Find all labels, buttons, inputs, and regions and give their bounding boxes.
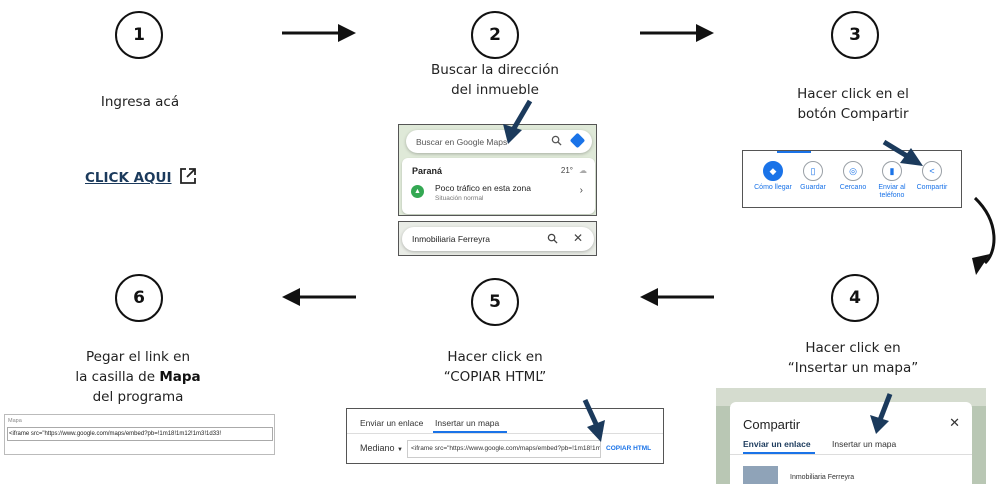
close-icon[interactable]: ✕ [949, 415, 960, 431]
action-label: Enviar al teléfono [878, 184, 906, 199]
step-3-caption: Hacer click en el botón Compartir [753, 84, 953, 124]
step-number: 3 [849, 25, 861, 45]
step-6-circle: 6 [115, 274, 163, 322]
directions-icon[interactable] [569, 132, 586, 149]
arrow-curve-3-4 [972, 196, 996, 275]
step-2-circle: 2 [471, 11, 519, 59]
caption-line: Buscar la dirección [431, 62, 559, 78]
search-icon[interactable] [551, 135, 562, 148]
arrow-left-4-5 [640, 288, 714, 306]
traffic-icon: ▲ [411, 185, 424, 198]
click-aqui-link[interactable]: CLICK AQUI [85, 166, 198, 190]
step-4-circle: 4 [831, 274, 879, 322]
place-thumbnail [743, 466, 778, 484]
step-2-query-screenshot: Inmobiliaria Ferreyra ✕ [398, 221, 597, 256]
step-1-circle: 1 [115, 11, 163, 59]
share-icon[interactable]: < [922, 161, 942, 181]
step-2-caption: Buscar la dirección del inmueble [395, 60, 595, 100]
tab-embed-map[interactable]: Insertar un mapa [435, 418, 499, 428]
arrow-right-2-3 [640, 24, 714, 42]
maps-search-value: Inmobiliaria Ferreyra [412, 234, 490, 244]
step-5-embed-screenshot: Enviar un enlace Insertar un mapa Median… [346, 408, 664, 464]
copy-html-button[interactable]: COPIAR HTML [606, 445, 651, 452]
maps-info-card: Paraná 21° ☁ ▲ Poco tráfico en esta zona… [402, 158, 595, 214]
step-4-caption: Hacer click en “Insertar un mapa” [753, 338, 953, 378]
dropdown-arrow-icon: ▼ [397, 447, 403, 453]
chevron-right-icon[interactable]: › [580, 185, 583, 196]
divider [347, 433, 663, 434]
step-3-circle: 3 [831, 11, 879, 59]
map-field-label: Mapa [8, 418, 22, 424]
maps-search-placeholder: Buscar en Google Maps [416, 136, 508, 147]
caption-line: del inmueble [451, 82, 539, 98]
caption-line: botón Compartir [797, 106, 909, 122]
bookmark-icon[interactable]: ▯ [803, 161, 823, 181]
caption-line: Hacer click en [447, 349, 543, 365]
step-6-map-field-screenshot: Mapa <iframe src="https://www.google.com… [4, 414, 275, 455]
traffic-title: Poco tráfico en esta zona [435, 183, 531, 193]
caption-line: del programa [92, 389, 184, 405]
step-number: 2 [489, 25, 501, 45]
step-number: 5 [489, 292, 501, 312]
embed-code-value: <iframe src="https://www.google.com/maps… [411, 445, 601, 452]
caption-line: Ingresa acá [100, 94, 180, 110]
caption-bold-mapa: Mapa [159, 369, 201, 385]
temperature: 21° [560, 166, 573, 175]
caption-line: “Insertar un mapa” [787, 360, 919, 376]
weather-icon: ☁ [579, 166, 587, 175]
click-aqui-label[interactable]: CLICK AQUI [85, 170, 172, 186]
action-label: Guardar [800, 184, 826, 191]
place-name: Inmobiliaria Ferreyra [790, 474, 855, 481]
arrow-left-5-6 [282, 288, 356, 306]
maps-search-box-filled[interactable]: Inmobiliaria Ferreyra ✕ [402, 227, 594, 251]
step-6-caption: Pegar el link en la casilla de Mapa del … [38, 347, 238, 407]
size-value: Mediano [360, 443, 395, 453]
action-label: Compartir [916, 184, 948, 191]
step-3-actions-screenshot: ◆ Cómo llegar ▯ Guardar ◎ Cercano ▮ Envi… [742, 150, 962, 208]
share-dialog: Compartir ✕ Enviar un enlace Insertar un… [730, 402, 972, 484]
caption-line: “COPIAR HTML” [443, 369, 547, 385]
step-1-caption: Ingresa acá [40, 92, 240, 112]
close-icon[interactable]: ✕ [573, 231, 583, 245]
tab-underline [777, 151, 811, 153]
nearby-icon[interactable]: ◎ [843, 161, 863, 181]
step-2-search-screenshot: Buscar en Google Maps Paraná 21° ☁ ▲ Poc… [398, 124, 597, 216]
search-icon[interactable] [547, 233, 558, 246]
maps-search-box[interactable]: Buscar en Google Maps [406, 130, 592, 153]
divider [730, 454, 972, 455]
caption-line: Hacer click en el [797, 86, 909, 102]
external-link-icon[interactable] [178, 166, 198, 190]
action-label: Cómo llegar [754, 184, 792, 191]
directions-icon[interactable]: ◆ [763, 161, 783, 181]
size-dropdown[interactable]: Mediano ▼ [360, 443, 403, 453]
map-field-value: <iframe src="https://www.google.com/maps… [9, 431, 222, 437]
step-5-caption: Hacer click en “COPIAR HTML” [395, 347, 595, 387]
caption-line: Hacer click en [805, 340, 901, 356]
action-share[interactable]: < Compartir [907, 161, 957, 192]
action-label: Cercano [839, 184, 867, 191]
step-number: 4 [849, 288, 861, 308]
step-4-share-dialog-screenshot: Compartir ✕ Enviar un enlace Insertar un… [716, 388, 986, 484]
dialog-title: Compartir [743, 417, 801, 432]
embed-code-field[interactable]: <iframe src="https://www.google.com/maps… [407, 440, 601, 458]
city-name: Paraná [412, 166, 443, 176]
traffic-subtitle: Situación normal [435, 195, 484, 202]
phone-icon[interactable]: ▮ [882, 161, 902, 181]
tab-send-link[interactable]: Enviar un enlace [743, 439, 811, 449]
caption-text: la casilla de [75, 369, 156, 385]
step-5-circle: 5 [471, 278, 519, 326]
caption-line: Pegar el link en [85, 349, 191, 365]
caption-line: la casilla de Mapa [38, 367, 238, 387]
step-number: 1 [133, 25, 145, 45]
tab-embed-map[interactable]: Insertar un mapa [832, 439, 896, 449]
arrow-right-1-2 [282, 24, 356, 42]
tab-send-link[interactable]: Enviar un enlace [360, 418, 423, 428]
map-field-input[interactable]: <iframe src="https://www.google.com/maps… [7, 427, 273, 441]
step-number: 6 [133, 288, 145, 308]
